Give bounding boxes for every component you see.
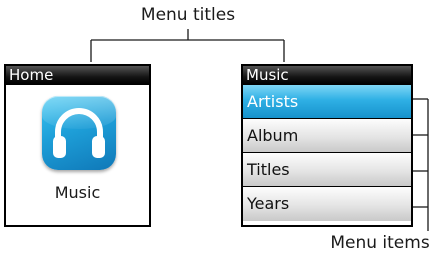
menu-item-years[interactable]: Years: [243, 187, 411, 221]
menu-item-artists[interactable]: Artists: [243, 85, 411, 119]
menu-item-titles[interactable]: Titles: [243, 153, 411, 187]
home-screen: Home Music: [4, 64, 151, 227]
music-title-bar: Music: [243, 66, 411, 85]
home-title-bar: Home: [6, 66, 149, 85]
app-label: Music: [54, 183, 101, 202]
music-screen: Music Artists Album Titles Years: [241, 64, 413, 227]
menu-item-album[interactable]: Album: [243, 119, 411, 153]
menu-list: Artists Album Titles Years: [243, 85, 411, 221]
headphones-icon[interactable]: [42, 96, 116, 170]
